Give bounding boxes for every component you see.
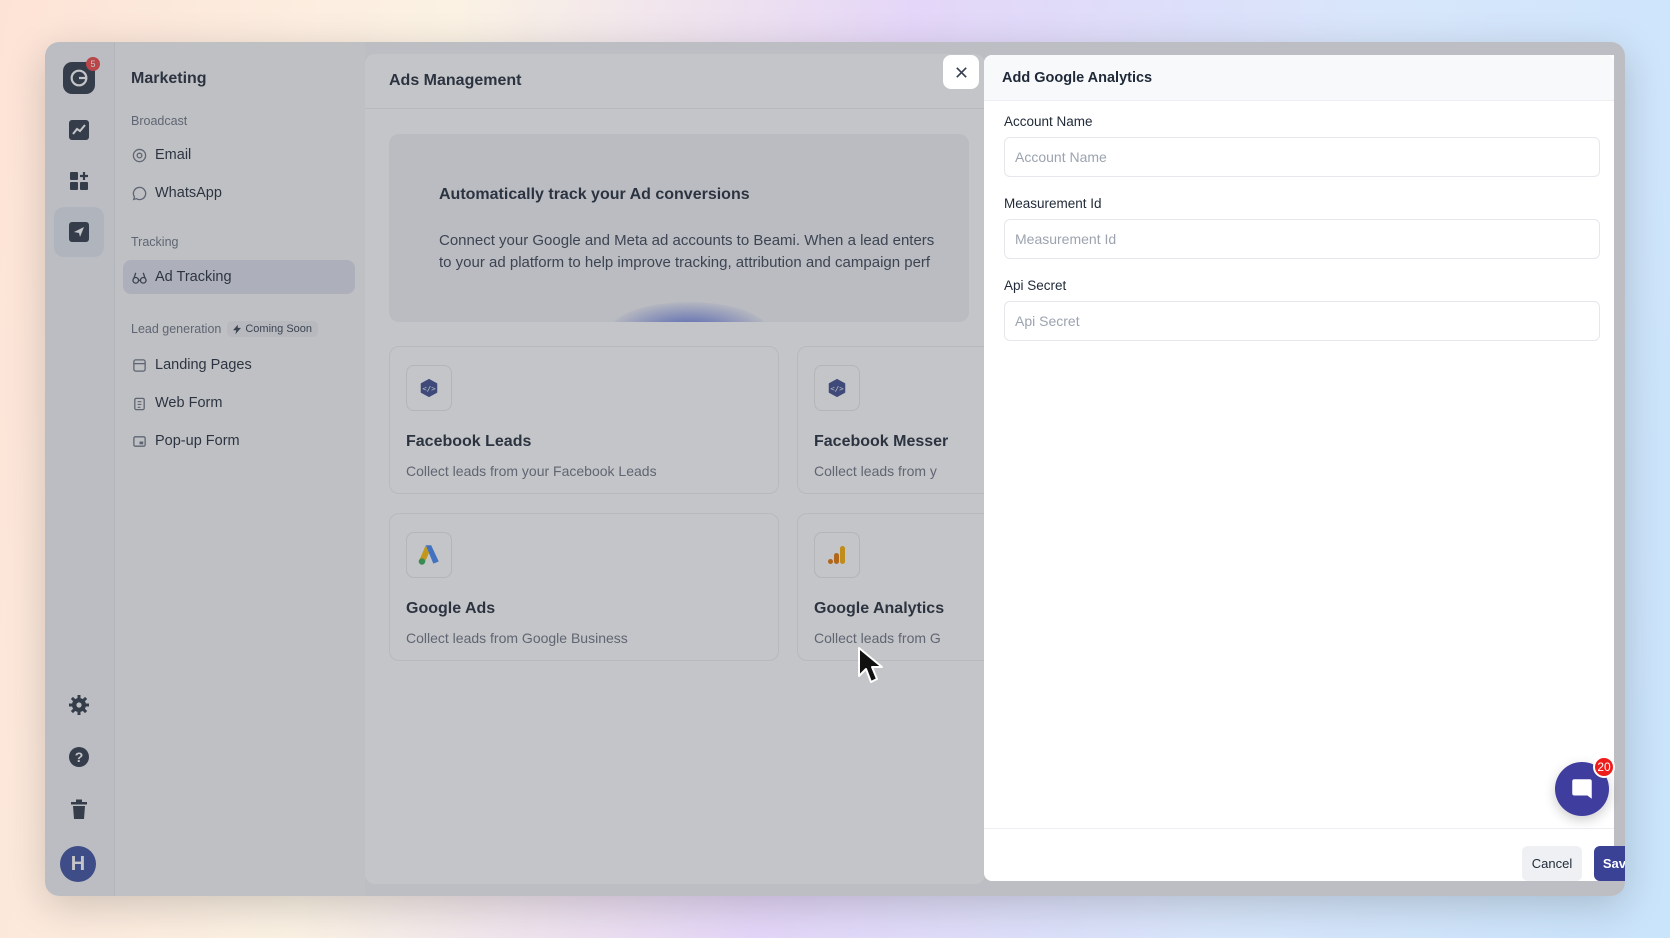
modal-title: Add Google Analytics xyxy=(984,55,1614,101)
measurement-id-label: Measurement Id xyxy=(1004,196,1102,211)
account-name-label: Account Name xyxy=(1004,114,1093,129)
save-button[interactable]: Save xyxy=(1594,846,1625,881)
mouse-cursor-icon xyxy=(858,647,883,683)
add-google-analytics-modal: Add Google Analytics Account Name Measur… xyxy=(984,55,1625,881)
app-window: 5 ? H Marketing Broadcast Email WhatsApp… xyxy=(45,42,1625,896)
chat-unread-badge: 20 xyxy=(1593,756,1615,778)
api-secret-label: Api Secret xyxy=(1004,278,1067,293)
chat-icon xyxy=(1572,779,1592,799)
cancel-button[interactable]: Cancel xyxy=(1522,846,1582,881)
close-button[interactable] xyxy=(943,55,979,89)
api-secret-input[interactable] xyxy=(1004,301,1600,341)
close-icon xyxy=(955,66,967,78)
chat-launcher-button[interactable]: 20 xyxy=(1555,756,1615,816)
modal-footer: Cancel Save xyxy=(984,828,1625,881)
measurement-id-input[interactable] xyxy=(1004,219,1600,259)
account-name-input[interactable] xyxy=(1004,137,1600,177)
